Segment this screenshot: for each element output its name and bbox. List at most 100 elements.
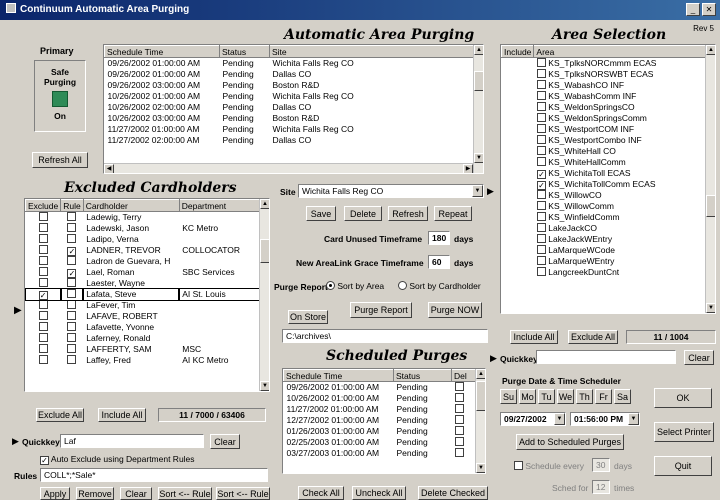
scroll-up-icon[interactable]: ▲ <box>476 369 485 379</box>
table-row[interactable]: LAFFERTY, SAM MSC <box>26 344 269 355</box>
sched-for-input[interactable]: 12 <box>592 480 610 494</box>
area-quickkey-input[interactable] <box>536 350 676 364</box>
sort-cardholder-radio[interactable] <box>398 281 407 290</box>
exclude-checkbox[interactable]: ✓ <box>38 290 48 300</box>
scroll-up-icon[interactable]: ▲ <box>706 45 715 55</box>
include-checkbox[interactable] <box>536 146 546 155</box>
scroll-thumb[interactable] <box>474 71 483 91</box>
table-row[interactable]: 11/27/2002 01:00:00 AM Pending Wichita Fal… <box>105 124 483 135</box>
close-icon[interactable]: ✕ <box>702 3 716 16</box>
chevron-down-icon[interactable]: ▼ <box>472 185 483 197</box>
area-vscroll[interactable]: ▲ ▼ <box>705 45 715 313</box>
table-row[interactable]: Laester, Wayne <box>26 278 269 289</box>
exclude-checkbox[interactable] <box>38 344 48 353</box>
table-row[interactable]: Ladron de Guevara, H <box>26 256 269 267</box>
table-row[interactable]: Lafavette, Yvonne <box>26 322 269 333</box>
include-checkbox[interactable] <box>536 91 546 100</box>
list-item[interactable]: KS_WhiteHallComm <box>502 157 715 168</box>
minimize-icon[interactable]: _ <box>686 3 700 16</box>
card-unused-input[interactable]: 180 <box>428 231 450 245</box>
list-item[interactable]: ✓ KS_WichitaTollComm ECAS <box>502 179 715 190</box>
check-all-button[interactable]: Check All <box>298 486 344 500</box>
sort-rule-button-1[interactable]: Sort <-- Rule <box>158 487 212 500</box>
include-checkbox[interactable] <box>536 113 546 122</box>
list-item[interactable]: KS_WeldonSpringsCO <box>502 102 715 113</box>
list-item[interactable]: KS_WestportCOM INF <box>502 124 715 135</box>
rule-checkbox[interactable] <box>67 311 77 320</box>
weekday-button-we[interactable]: We <box>557 389 574 404</box>
list-item[interactable]: KS_WinfieldComm <box>502 212 715 223</box>
clear-rules-button[interactable]: Clear <box>120 487 152 500</box>
delete-button[interactable]: Delete <box>344 206 382 221</box>
table-row[interactable]: 11/27/2002 01:00:00 AM Pending <box>284 404 485 415</box>
auto-purge-vscroll[interactable]: ▲ ▼ <box>473 45 483 173</box>
table-row[interactable]: Laffey, Fred AI KC Metro <box>26 355 269 366</box>
scroll-thumb[interactable] <box>706 195 715 217</box>
list-item[interactable]: LakeJackWEntry <box>502 234 715 245</box>
table-row[interactable]: 02/25/2003 01:00:00 AM Pending <box>284 437 485 448</box>
table-row[interactable]: Laferney, Ronald <box>26 333 269 344</box>
table-row[interactable]: ✓ Lael, Roman SBC Services <box>26 267 269 278</box>
scroll-down-icon[interactable]: ▼ <box>706 303 715 313</box>
select-printer-button[interactable]: Select Printer <box>654 422 714 442</box>
calendar-dropdown-icon[interactable]: ▼ <box>554 413 565 425</box>
scroll-thumb[interactable] <box>260 239 269 263</box>
rule-checkbox[interactable] <box>67 256 77 265</box>
include-checkbox[interactable] <box>536 157 546 166</box>
list-item[interactable]: KS_TplksNORCmmm ECAS <box>502 58 715 69</box>
scroll-up-icon[interactable]: ▲ <box>474 45 483 55</box>
auto-exclude-checkbox-row[interactable]: ✓ Auto Exclude using Department Rules <box>40 454 195 465</box>
list-item[interactable]: KS_WeldonSpringsComm <box>502 113 715 124</box>
scroll-down-icon[interactable]: ▼ <box>476 463 485 473</box>
table-row[interactable]: LaFever, Tim <box>26 300 269 311</box>
include-checkbox[interactable] <box>536 256 546 265</box>
exclude-all-button[interactable]: Exclude All <box>36 408 84 422</box>
exclude-checkbox[interactable] <box>38 278 48 287</box>
on-store-button[interactable]: On Store <box>288 310 328 324</box>
archive-path-field[interactable]: C:\archives\ <box>282 329 488 343</box>
area-quickkey-clear-button[interactable]: Clear <box>684 350 714 365</box>
sort-area-radio-row[interactable]: Sort by Area <box>326 281 384 291</box>
delete-checkbox[interactable] <box>454 382 464 392</box>
col-status[interactable]: Status <box>393 369 452 382</box>
scroll-thumb[interactable] <box>476 381 485 411</box>
weekday-button-sa[interactable]: Sa <box>614 389 631 404</box>
exclude-checkbox[interactable] <box>38 223 48 232</box>
schedule-every-row[interactable]: Schedule every <box>514 461 584 471</box>
delete-checked-button[interactable]: Delete Checked <box>418 486 488 500</box>
purge-date-input[interactable]: 09/27/2002 ▼ <box>500 412 566 426</box>
exclude-checkbox[interactable] <box>38 333 48 342</box>
include-all-button[interactable]: Include All <box>98 408 146 422</box>
exclude-checkbox[interactable] <box>38 234 48 243</box>
table-row[interactable]: 10/26/2002 01:00:00 AM Pending Wichita Fal… <box>105 91 483 102</box>
table-row[interactable]: 01/26/2003 01:00:00 AM Pending <box>284 426 485 437</box>
delete-checkbox[interactable] <box>454 393 464 402</box>
include-checkbox[interactable] <box>536 58 546 68</box>
auto-purge-hscroll[interactable]: ◀ ▶ <box>104 163 473 173</box>
list-item[interactable]: LakeJackCO <box>502 223 715 234</box>
col-include[interactable]: Include <box>501 45 535 58</box>
exclude-checkbox[interactable] <box>38 322 48 331</box>
apply-button[interactable]: Apply <box>40 487 70 500</box>
purge-report-button[interactable]: Purge Report <box>350 302 412 318</box>
col-rule[interactable]: Rule <box>60 199 84 212</box>
list-item[interactable]: KS_WhiteHall CO <box>502 146 715 157</box>
table-row[interactable]: 09/26/2002 01:00:00 AM Pending Dallas CO <box>105 69 483 80</box>
weekday-button-fr[interactable]: Fr <box>595 389 612 404</box>
table-row[interactable]: 12/27/2002 01:00:00 AM Pending <box>284 415 485 426</box>
quit-button[interactable]: Quit <box>654 456 712 476</box>
weekday-button-su[interactable]: Su <box>500 389 517 404</box>
table-row[interactable]: 10/26/2002 02:00:00 AM Pending Dallas CO <box>105 102 483 113</box>
table-row[interactable]: LAFAVE, ROBERT <box>26 311 269 322</box>
col-site[interactable]: Site <box>269 45 483 58</box>
include-checkbox[interactable] <box>536 80 546 89</box>
col-status[interactable]: Status <box>219 45 270 58</box>
purge-now-button[interactable]: Purge NOW <box>428 302 482 318</box>
quickkey-clear-button[interactable]: Clear <box>210 434 240 449</box>
include-checkbox[interactable] <box>536 267 546 276</box>
refresh-all-button[interactable]: Refresh All <box>32 152 88 168</box>
table-row[interactable]: ✓ LADNER, TREVOR COLLOCATOR <box>26 245 269 256</box>
table-row[interactable]: 03/27/2003 01:00:00 AM Pending <box>284 448 485 459</box>
weekday-button-tu[interactable]: Tu <box>538 389 555 404</box>
list-item[interactable]: ✓ KS_WichitaToll ECAS <box>502 168 715 179</box>
